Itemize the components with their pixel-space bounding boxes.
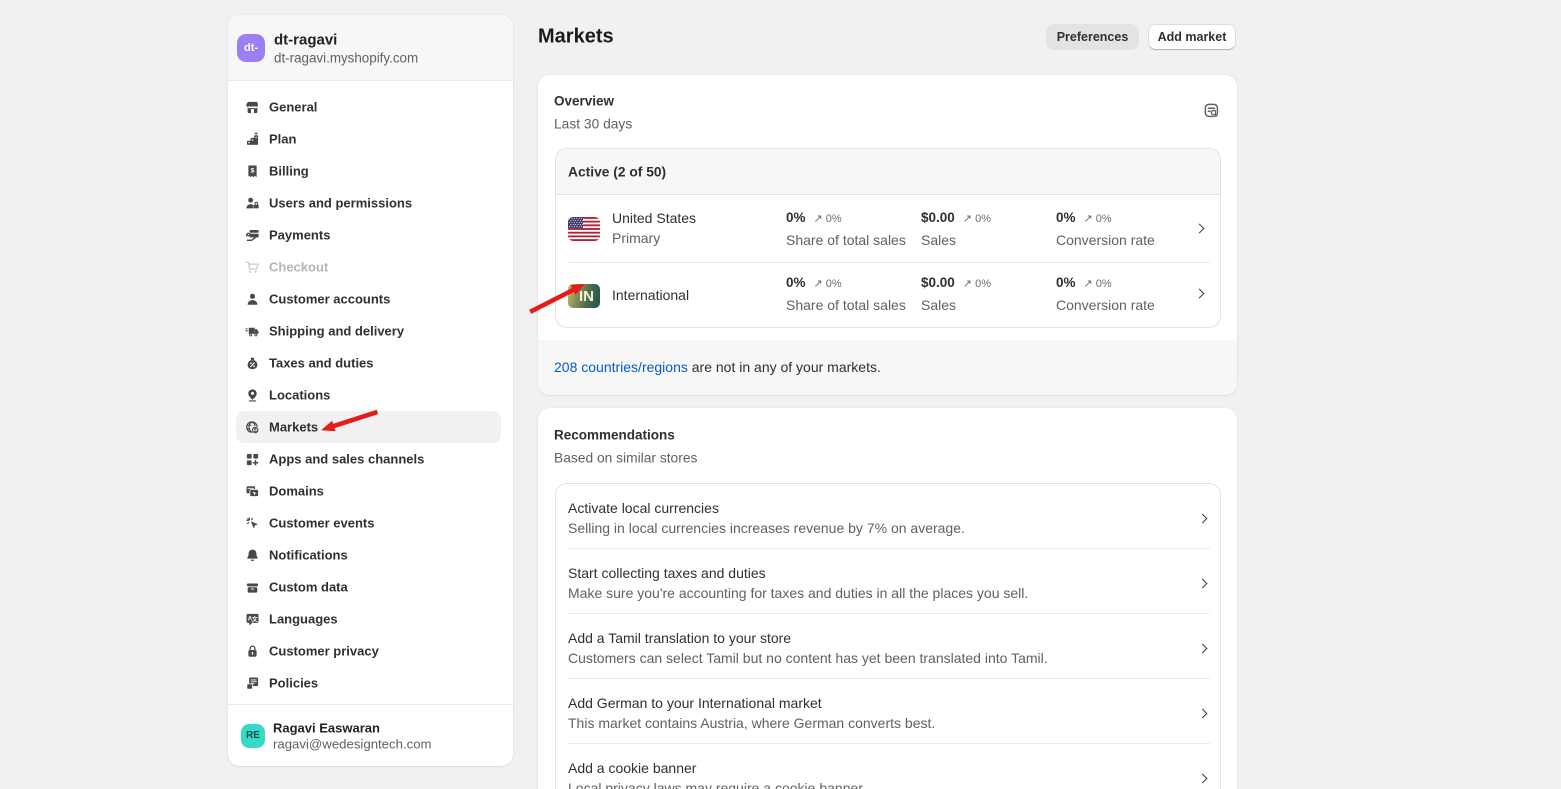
svg-text:$: $ — [250, 167, 254, 174]
